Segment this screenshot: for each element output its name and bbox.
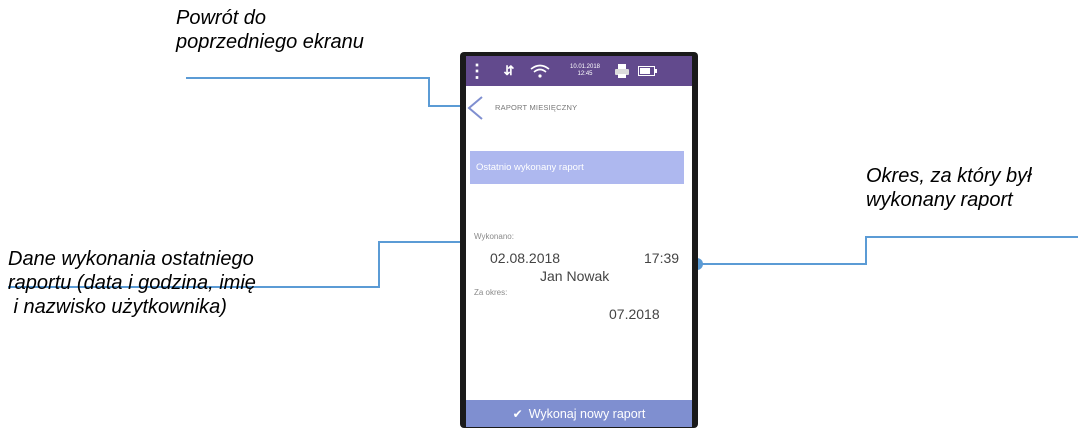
period-value: 07.2018 xyxy=(609,306,660,322)
callout-last-report-line-1: Dane wykonania ostatniego xyxy=(8,248,254,270)
executed-date: 02.08.2018 xyxy=(490,250,561,266)
callout-line-period xyxy=(697,236,1078,265)
wifi-icon xyxy=(528,56,552,86)
new-report-button-label: Wykonaj nowy raport xyxy=(528,406,646,421)
last-report-banner: Ostatnio wykonany raport xyxy=(470,151,684,184)
check-icon: ✔ xyxy=(512,406,523,421)
device-screen: ⋮ ⇵ 10.01.2018 12:45 RAPORT MIESIĘCZNY O… xyxy=(466,56,692,427)
callout-last-report-line-2: raportu (data i godzina, imię xyxy=(8,272,256,294)
status-bar: ⋮ ⇵ 10.01.2018 12:45 xyxy=(466,56,692,86)
callout-last-report-line-3: i nazwisko użytkownika) xyxy=(8,296,227,318)
status-clock: 10.01.2018 12:45 xyxy=(560,56,610,86)
battery-icon xyxy=(636,56,660,86)
callout-last-report-label: Dane wykonania ostatniego raportu (data … xyxy=(8,247,256,319)
callout-period-label: Okres, za który był wykonany raport xyxy=(866,164,1032,212)
executed-label: Wykonano: xyxy=(474,232,514,241)
callout-period-line-2: wykonany raport xyxy=(866,189,1013,211)
executed-time: 17:39 xyxy=(644,250,680,266)
callout-back-line-1: Powrót do xyxy=(176,7,267,29)
back-button[interactable] xyxy=(466,96,488,120)
new-report-button[interactable]: ✔ Wykonaj nowy raport xyxy=(466,400,692,427)
back-chevron-icon xyxy=(467,96,483,120)
signal-arrows-icon: ⇵ xyxy=(503,63,515,78)
status-date: 10.01.2018 xyxy=(569,64,601,70)
screen-header: RAPORT MIESIĘCZNY xyxy=(466,96,692,120)
user-name: Jan Nowak xyxy=(540,268,610,284)
menu-dots-icon[interactable]: ⋮ xyxy=(468,56,486,86)
printer-icon xyxy=(612,56,632,86)
callout-period-line-1: Okres, za który był xyxy=(866,165,1032,187)
screen-title: RAPORT MIESIĘCZNY xyxy=(495,103,578,112)
period-label: Za okres: xyxy=(474,288,508,297)
status-time: 12:45 xyxy=(577,71,593,77)
callout-back-label: Powrót do poprzedniego ekranu xyxy=(176,6,364,54)
callout-line-back xyxy=(186,77,467,107)
callout-back-line-2: poprzedniego ekranu xyxy=(176,31,364,53)
